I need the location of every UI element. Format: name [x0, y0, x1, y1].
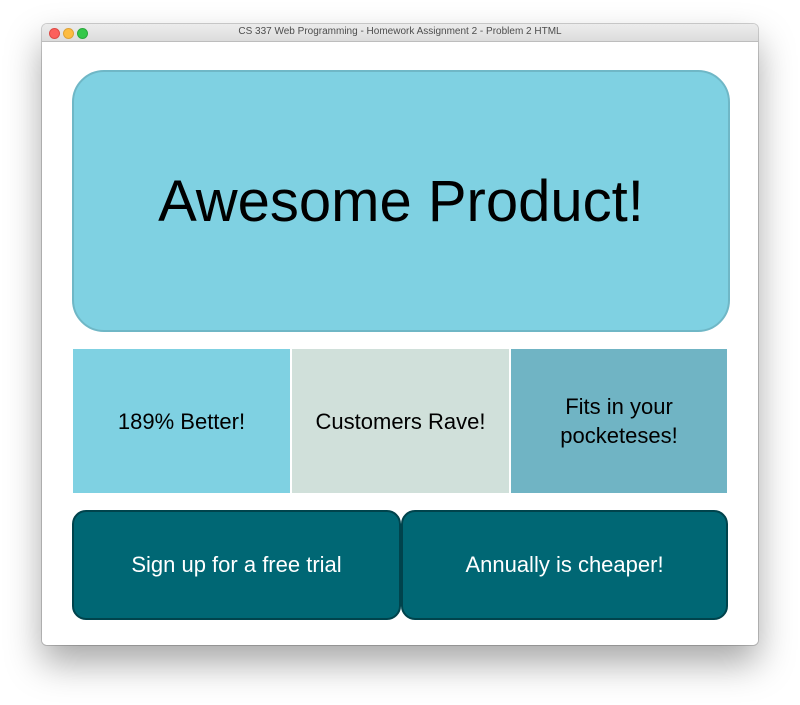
feature-label: Customers Rave! — [315, 408, 486, 434]
feature-box-pocket: Fits in your pocketeses! — [511, 349, 727, 493]
feature-box-better: 189% Better! — [73, 349, 290, 493]
feature-label: Fits in your pocketeses! — [560, 394, 678, 448]
feature-box-customers: Customers Rave! — [292, 349, 509, 493]
feature-label: 189% Better! — [117, 408, 246, 434]
window-title: CS 337 Web Programming - Homework Assign… — [238, 26, 562, 37]
hero-banner: Awesome Product! — [72, 70, 730, 332]
feature-row: 189% Better! Customers Rave! Fits in you… — [73, 349, 727, 493]
free-trial-button[interactable]: Sign up for a free trial — [72, 510, 401, 620]
page-content: Awesome Product! 189% Better! Customers … — [42, 42, 758, 645]
hero-title: Awesome Product! — [158, 168, 644, 234]
annual-plan-button[interactable]: Annually is cheaper! — [401, 510, 728, 620]
window-titlebar: CS 337 Web Programming - Homework Assign… — [42, 24, 758, 42]
cta-row: Sign up for a free trial Annually is che… — [72, 510, 728, 620]
browser-window: CS 337 Web Programming - Homework Assign… — [42, 24, 758, 645]
